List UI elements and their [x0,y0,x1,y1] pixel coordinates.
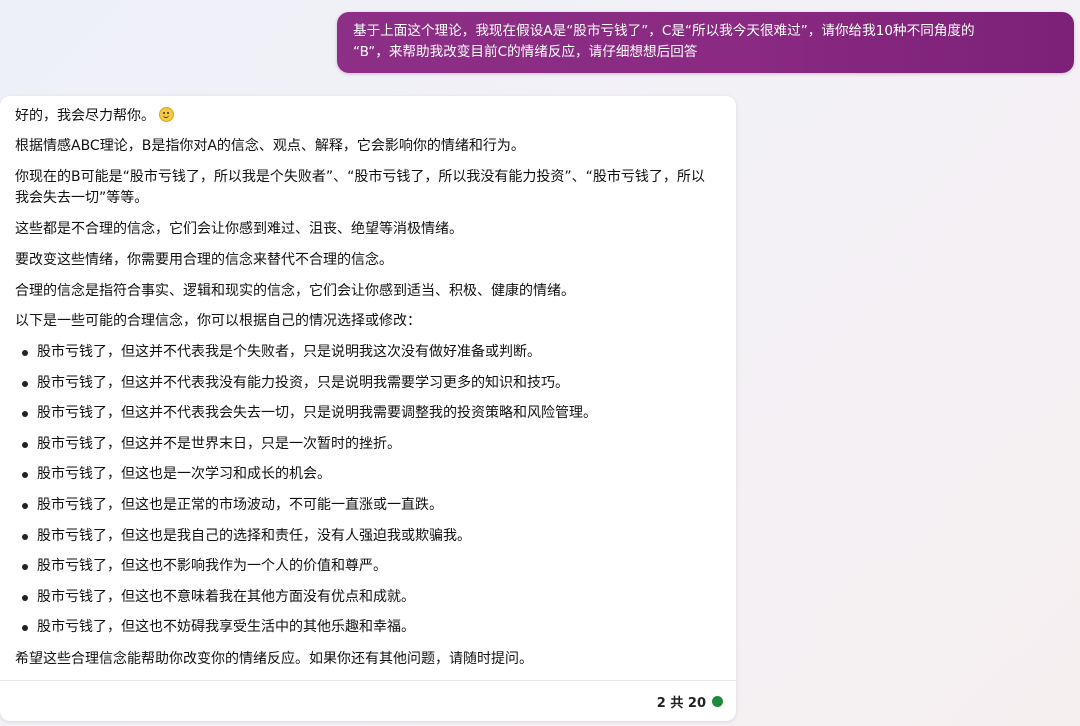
paragraph: 这些都是不合理的信念，它们会让你感到难过、沮丧、绝望等消极情绪。 [15,221,463,237]
bot-response-card: 好的，我会尽力帮你。 根据情感ABC理论，B是指你对A的信念、观点、解释，它会影… [0,96,736,721]
bullet-dot [22,564,28,570]
list-item-text: 股市亏钱了，但这也是一次学习和成长的机会。 [37,466,331,482]
closing-paragraph: 希望这些合理信念能帮助你改变你的情绪反应。如果你还有其他问题，请随时提问。 [15,651,533,667]
paragraph: 合理的信念是指符合事实、逻辑和现实的信念，它们会让你感到适当、积极、健康的情绪。 [15,283,575,299]
bullet-dot [22,595,28,601]
user-message-line-2: “B”，来帮助我改变目前C的情绪反应，请仔细想想后回答 [353,44,698,60]
bullet-dot [22,472,28,478]
bullet-dot [22,411,28,417]
footer-divider [0,680,736,681]
greeting-text: 好的，我会尽力帮你。 [15,108,155,124]
status-dot-icon [712,695,723,707]
bullet-dot [22,381,28,387]
paragraph: 以下是一些可能的合理信念，你可以根据自己的情况选择或修改： [15,313,421,329]
bullet-dot [22,442,28,448]
bullet-dot [22,350,28,356]
list-item-text: 股市亏钱了，但这也不影响我作为一个人的价值和尊严。 [37,558,387,574]
list-item-text: 股市亏钱了，但这也不妨碍我享受生活中的其他乐趣和幸福。 [37,619,415,635]
user-message-bubble: 基于上面这个理论，我现在假设A是“股市亏钱了”，C是“所以我今天很难过”，请你给… [337,12,1074,73]
list-item-text: 股市亏钱了，但这并不代表我会失去一切，只是说明我需要调整我的投资策略和风险管理。 [37,405,597,421]
bullet-dot [22,503,28,509]
bullet-dot [22,534,28,540]
list-item-text: 股市亏钱了，但这并不代表我是个失败者，只是说明我这次没有做好准备或判断。 [37,344,541,360]
list-item-text: 股市亏钱了，但这也不意味着我在其他方面没有优点和成就。 [37,589,415,605]
user-message-line-1: 基于上面这个理论，我现在假设A是“股市亏钱了”，C是“所以我今天很难过”，请你给… [353,23,975,39]
list-item-text: 股市亏钱了，但这也是正常的市场波动，不可能一直涨或一直跌。 [37,497,443,513]
paragraph: 你现在的B可能是“股市亏钱了，所以我是个失败者”、“股市亏钱了，所以我没有能力投… [15,169,705,206]
smiling-face-icon [159,107,174,122]
list-item-text: 股市亏钱了，但这并不代表我没有能力投资，只是说明我需要学习更多的知识和技巧。 [37,375,569,391]
list-item-text: 股市亏钱了，但这并不是世界末日，只是一次暂时的挫折。 [37,436,401,452]
bullet-dot [22,625,28,631]
paragraph: 要改变这些情绪，你需要用合理的信念来替代不合理的信念。 [15,252,393,268]
turn-counter: 2 共 20 [656,695,706,711]
response-footer: 2 共 20 [657,691,723,711]
list-item-text: 股市亏钱了，但这也是我自己的选择和责任，没有人强迫我或欺骗我。 [37,528,471,544]
paragraph: 根据情感ABC理论，B是指你对A的信念、观点、解释，它会影响你的情绪和行为。 [15,138,525,154]
greeting-line: 好的，我会尽力帮你。 [15,106,174,127]
